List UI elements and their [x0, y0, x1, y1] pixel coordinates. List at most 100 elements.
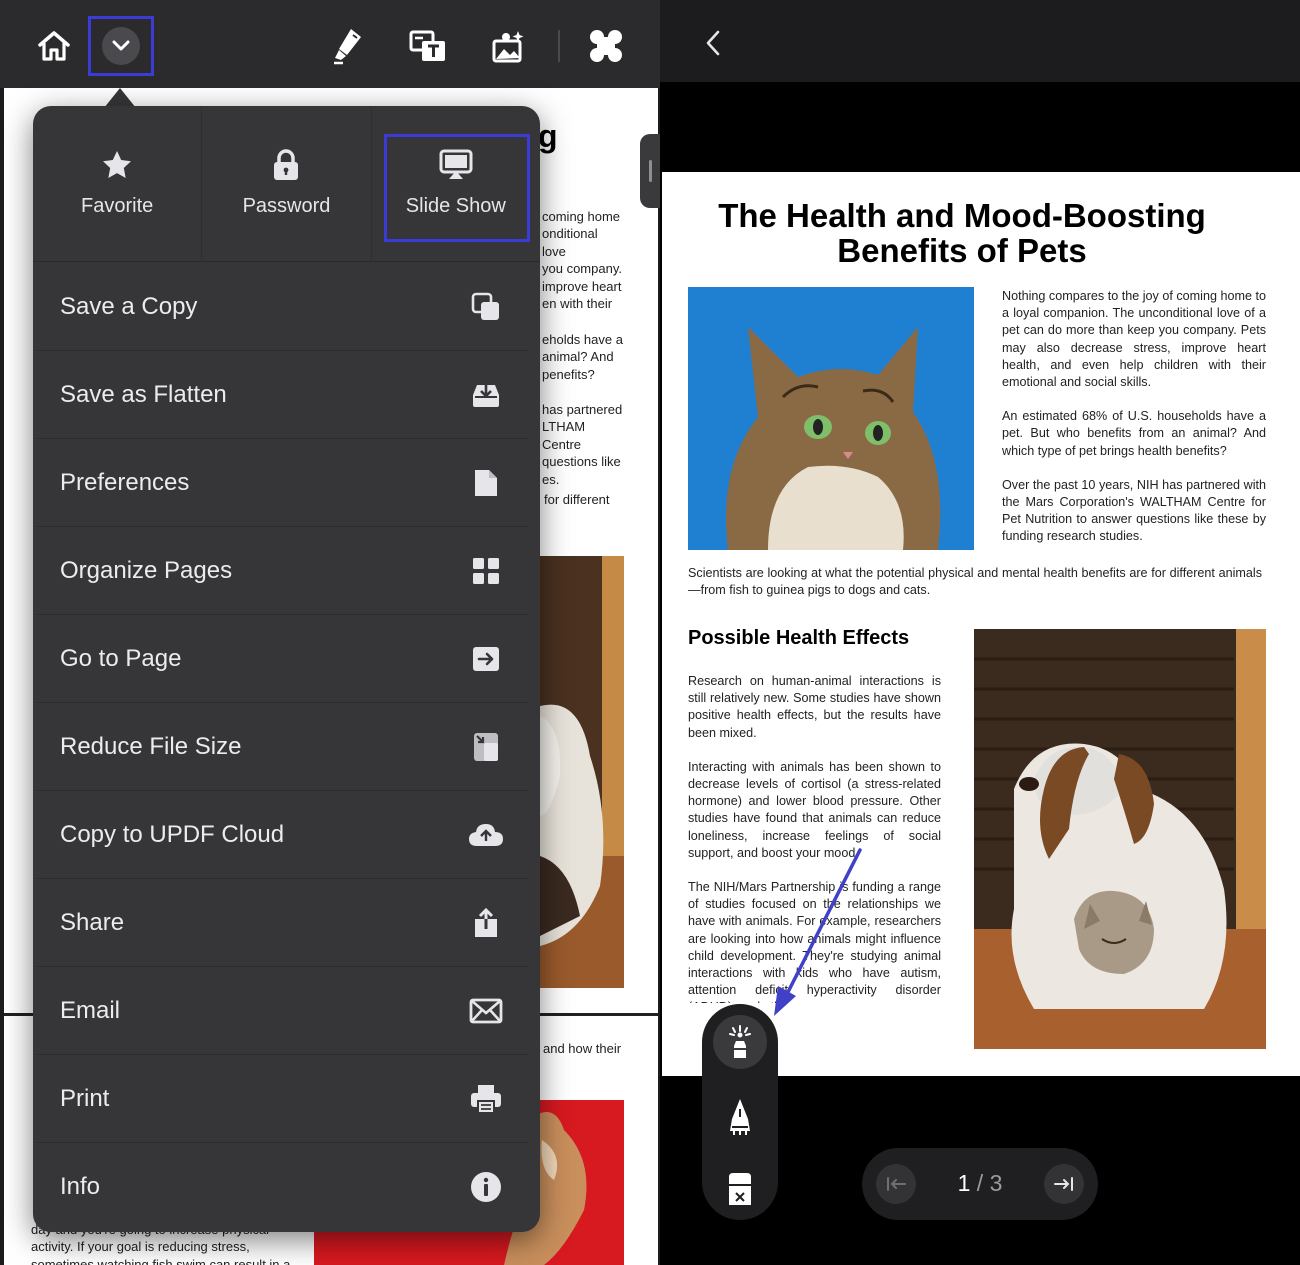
document-icon [475, 470, 497, 496]
text-line: es. [542, 471, 560, 487]
current-page: 1 [957, 1170, 971, 1196]
laser-pointer-icon [729, 1025, 751, 1058]
slideshow-toolbar [660, 0, 1300, 82]
flatten-icon [473, 385, 499, 407]
home-icon [38, 31, 70, 61]
copy-to-cloud-item[interactable]: Copy to UPDF Cloud [33, 791, 540, 879]
left-toolbar [0, 0, 660, 88]
menu-item-label: Email [60, 997, 121, 1024]
toolbar-divider [558, 30, 560, 62]
last-page-button[interactable] [1044, 1164, 1084, 1204]
menu-caret [104, 88, 136, 108]
text-line: onditional love [542, 226, 598, 259]
section-paragraph: The NIH/Mars Partnership is funding a ra… [688, 880, 941, 1003]
edit-image-button[interactable] [481, 18, 537, 74]
edit-text-icon [409, 30, 445, 61]
back-button[interactable] [698, 26, 728, 60]
text-line: eholds have a [542, 332, 623, 347]
section-paragraph: Research on human-animal interactions is… [688, 674, 941, 740]
menu-item-label: Print [60, 1085, 110, 1112]
annotation-tool-palette [702, 1004, 778, 1220]
intro-text: Nothing compares to the joy of coming ho… [1002, 288, 1266, 563]
doc-paragraph-fragment-2: eholds have a animal? And penefits? [542, 331, 624, 383]
menu-item-label: Copy to UPDF Cloud [60, 821, 285, 848]
menu-item-label: Save a Copy [60, 293, 198, 320]
save-as-flatten-item[interactable]: Save as Flatten [33, 351, 540, 439]
edit-image-icon [492, 31, 524, 63]
grid-icon [473, 558, 499, 584]
intro-paragraph: Over the past 10 years, NIH has partnere… [1002, 477, 1266, 544]
menu-item-label: Save as Flatten [60, 381, 227, 408]
text-line: en with their [542, 296, 613, 312]
menu-item-label: Info [60, 1173, 101, 1200]
document-page: The Health and Mood-Boosting Benefits of… [662, 172, 1300, 1076]
text-line: penefits? [542, 366, 595, 382]
share-item[interactable]: Share [33, 879, 540, 967]
laser-pointer-button[interactable] [713, 1015, 767, 1069]
doc-paragraph-fragment-3: has partnered LTHAM Centre questions lik… [542, 401, 624, 488]
slide-show-label: Slide Show [405, 195, 506, 217]
save-a-copy-item[interactable]: Save a Copy [33, 263, 540, 351]
page-separator: / [976, 1170, 984, 1196]
text-line: improve heart [542, 278, 622, 294]
first-page-icon [887, 1177, 906, 1191]
section-text: Research on human-animal interactions is… [688, 673, 941, 1020]
split-view-handle[interactable] [640, 134, 660, 208]
print-item[interactable]: Print [33, 1055, 540, 1143]
favorite-button[interactable]: Favorite [33, 106, 203, 261]
share-icon [475, 907, 497, 937]
mail-icon [469, 998, 503, 1024]
more-menu-button[interactable] [88, 16, 154, 76]
total-pages: 3 [989, 1170, 1003, 1196]
star-icon [103, 151, 132, 178]
menu-item-label: Preferences [60, 469, 190, 496]
menu-top-row: Favorite Password Slide Show [33, 106, 540, 262]
info-item[interactable]: Info [33, 1143, 540, 1231]
doc-heading-fragment: g [538, 118, 558, 154]
printer-icon [471, 1085, 501, 1114]
highlighter-button[interactable] [320, 18, 376, 74]
menu-item-label: Share [60, 909, 125, 936]
menu-item-label: Reduce File Size [60, 733, 242, 760]
doc-paragraph-fragment-4: for different [544, 492, 610, 507]
chevron-down-icon [112, 40, 130, 51]
intro-paragraph: An estimated 68% of U.S. households have… [1002, 409, 1266, 458]
text-line: LTHAM Centre [542, 419, 586, 452]
dog-photo-fragment [540, 556, 624, 988]
go-to-page-item[interactable]: Go to Page [33, 615, 540, 703]
menu-item-label: Organize Pages [60, 557, 233, 584]
password-label: Password [242, 195, 331, 217]
reduce-file-size-item[interactable]: Reduce File Size [33, 703, 540, 791]
section-heading: Possible Health Effects [688, 627, 910, 649]
eraser-button[interactable] [713, 1162, 767, 1216]
copy-icon [471, 292, 499, 320]
four-petal-icon [590, 30, 622, 62]
highlighter-icon [334, 29, 361, 65]
page-navigator: 1 / 3 [862, 1148, 1098, 1220]
page-indicator: 1 / 3 [932, 1170, 1028, 1197]
text-line: sometimes watching fish swim can result … [31, 1256, 291, 1265]
scientists-paragraph: Scientists are looking at what the poten… [688, 566, 1262, 598]
home-button[interactable] [26, 18, 82, 74]
edit-text-button[interactable] [400, 18, 456, 74]
menu-item-label: Go to Page [60, 645, 182, 672]
favorite-label: Favorite [81, 195, 154, 217]
first-page-button[interactable] [876, 1164, 916, 1204]
intro-paragraph: Nothing compares to the joy of coming ho… [1002, 289, 1266, 390]
text-line: coming home [542, 209, 621, 224]
text-line: animal? And [542, 349, 614, 365]
doc-paragraph-fragment-5: and how their [543, 1041, 622, 1056]
slideshow-icon [439, 149, 473, 179]
preferences-item[interactable]: Preferences [33, 439, 540, 527]
go-to-page-icon [473, 647, 499, 671]
organize-pages-item[interactable]: Organize Pages [33, 527, 540, 615]
text-line: questions like [542, 454, 621, 470]
password-button[interactable]: Password [202, 106, 372, 261]
dog-and-cat-photo [974, 629, 1266, 1049]
text-line: activity. If your goal is reducing stres… [31, 1239, 250, 1255]
pen-button[interactable] [713, 1090, 767, 1144]
slide-show-button[interactable]: Slide Show [372, 106, 540, 261]
organize-button[interactable] [578, 18, 634, 74]
chevron-left-icon [706, 30, 720, 56]
email-item[interactable]: Email [33, 967, 540, 1055]
